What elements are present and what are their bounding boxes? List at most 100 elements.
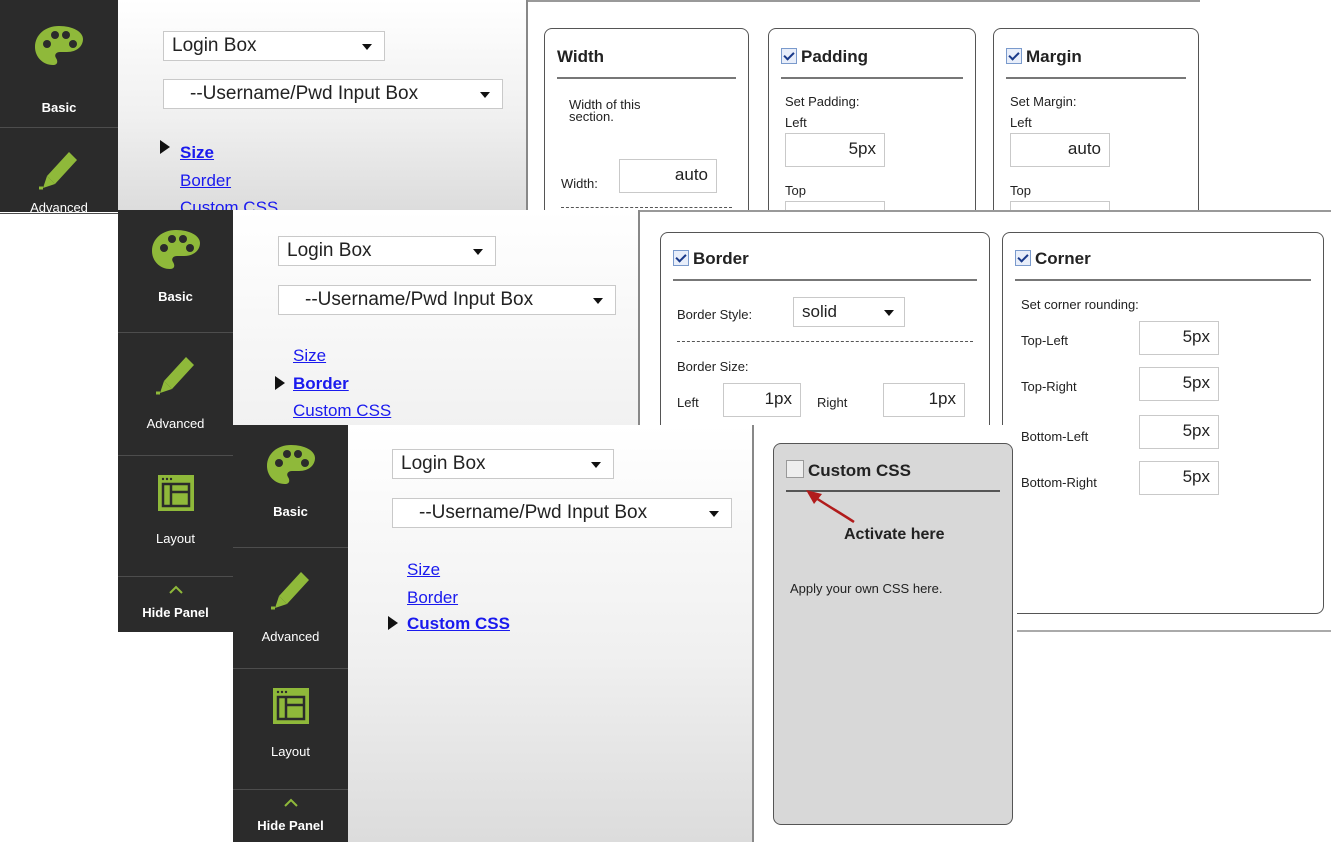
margin-checkbox[interactable] — [1006, 48, 1022, 64]
padding-left-input[interactable]: 5px — [785, 133, 885, 167]
nav-basic-label: Basic — [158, 289, 193, 304]
padding-checkbox[interactable] — [781, 48, 797, 64]
menu-custom-css[interactable]: Custom CSS — [293, 401, 391, 421]
menu-custom-css[interactable]: Custom CSS — [407, 614, 510, 634]
nav-basic[interactable]: Basic — [233, 425, 348, 548]
top-left-label: Top-Left — [1021, 333, 1068, 348]
custom-css-checkbox[interactable] — [786, 460, 804, 478]
divider — [561, 207, 732, 208]
border-card: Border Border Style: solid Border Size: … — [660, 232, 990, 452]
border-right-input[interactable]: 1px — [883, 383, 965, 417]
nav-layout[interactable]: Layout — [118, 456, 233, 577]
margin-set-label: Set Margin: — [1010, 94, 1077, 109]
annotation-arrow-icon — [806, 490, 855, 524]
menu-border[interactable]: Border — [293, 374, 349, 394]
nav-layout[interactable]: Layout — [233, 669, 348, 790]
chevron-down-icon — [473, 249, 483, 255]
element-select-value: Login Box — [401, 453, 486, 474]
subelement-select-value: --Username/Pwd Input Box — [305, 289, 534, 310]
nav-advanced[interactable]: Advanced — [233, 548, 348, 669]
hide-panel-label: Hide Panel — [142, 605, 209, 620]
width-label: Width: — [561, 176, 598, 191]
element-select-value: Login Box — [172, 35, 257, 56]
nav-basic-label: Basic — [273, 504, 308, 519]
nav-advanced-label: Advanced — [30, 200, 88, 215]
nav-advanced[interactable]: Advanced — [118, 333, 233, 456]
border-style-label: Border Style: — [677, 307, 753, 322]
chevron-down-icon — [591, 462, 601, 468]
border-card-title: Border — [673, 249, 977, 281]
chevron-down-icon — [362, 44, 372, 50]
padding-card: Padding Set Padding: Left 5px Top — [768, 28, 976, 235]
menu-size[interactable]: Size — [407, 560, 440, 580]
top-right-label: Top-Right — [1021, 379, 1077, 394]
side-nav: Basic Advanced Layout Hide Panel — [118, 210, 233, 632]
border-style-select[interactable]: solid — [793, 297, 905, 327]
margin-left-input[interactable]: auto — [1010, 133, 1110, 167]
element-select-value: Login Box — [287, 240, 372, 261]
hide-panel-button[interactable]: Hide Panel — [233, 789, 348, 839]
width-desc: Width of this section. — [569, 97, 641, 124]
subelement-select[interactable]: --Username/Pwd Input Box — [278, 285, 616, 315]
chevron-down-icon — [709, 511, 719, 517]
hide-panel-label: Hide Panel — [257, 818, 324, 833]
border-right-label: Right — [817, 395, 848, 410]
chevron-down-icon — [593, 298, 603, 304]
nav-basic-label: Basic — [41, 100, 77, 115]
nav-advanced[interactable]: Advanced — [0, 128, 118, 215]
top-left-input[interactable]: 5px — [1139, 321, 1219, 355]
palette-icon — [35, 26, 83, 65]
padding-set-label: Set Padding: — [785, 94, 860, 109]
padding-card-title: Padding — [781, 47, 963, 79]
nav-layout-label: Layout — [270, 744, 311, 759]
border-size-label: Border Size: — [677, 359, 749, 374]
menu-size[interactable]: Size — [180, 143, 214, 163]
bottom-right-input[interactable]: 5px — [1139, 461, 1219, 495]
top-right-input[interactable]: 5px — [1139, 367, 1219, 401]
subelement-select-value: --Username/Pwd Input Box — [190, 83, 419, 104]
side-nav: Basic Advanced — [0, 0, 118, 215]
border-checkbox[interactable] — [673, 250, 689, 266]
padding-title-text: Padding — [801, 47, 869, 66]
padding-top-label: Top — [785, 183, 806, 198]
corner-title-text: Corner — [1035, 249, 1091, 268]
element-select[interactable]: Login Box — [278, 236, 496, 266]
custom-css-title-text: Custom CSS — [808, 461, 911, 480]
menu-size[interactable]: Size — [293, 346, 326, 366]
marker-pen-icon — [270, 572, 309, 610]
menu-border[interactable]: Border — [407, 588, 458, 608]
element-select[interactable]: Login Box — [392, 449, 614, 479]
bottom-right-label: Bottom-Right — [1021, 475, 1097, 490]
width-card-title: Width — [557, 47, 736, 79]
nav-basic[interactable]: Basic — [118, 210, 233, 333]
selector-pane: Login Box --Username/Pwd Input Box Size … — [118, 0, 528, 217]
marker-pen-icon — [155, 357, 194, 395]
subelement-select[interactable]: --Username/Pwd Input Box — [392, 498, 732, 528]
border-left-label: Left — [677, 395, 699, 410]
border-left-input[interactable]: 1px — [723, 383, 801, 417]
margin-card: Margin Set Margin: Left auto Top — [993, 28, 1199, 235]
nav-basic[interactable]: Basic — [0, 0, 118, 128]
border-style-value: solid — [802, 302, 837, 321]
subelement-select[interactable]: --Username/Pwd Input Box — [163, 79, 503, 109]
padding-left-label: Left — [785, 115, 807, 130]
margin-card-title: Margin — [1006, 47, 1186, 79]
width-input[interactable]: auto — [619, 159, 717, 193]
nav-advanced-label: Advanced — [261, 629, 320, 644]
menu-border[interactable]: Border — [180, 171, 231, 191]
element-select[interactable]: Login Box — [163, 31, 385, 61]
nav-advanced-label: Advanced — [146, 416, 205, 431]
chevron-down-icon — [884, 310, 894, 316]
size-options-pane: Width Width of this section. Width: auto… — [528, 0, 1200, 235]
palette-icon — [266, 445, 315, 484]
hide-panel-button[interactable]: Hide Panel — [118, 576, 233, 626]
width-card: Width Width of this section. Width: auto — [544, 28, 749, 228]
layout-icon — [272, 688, 309, 724]
corner-checkbox[interactable] — [1015, 250, 1031, 266]
nav-layout-label: Layout — [155, 531, 196, 546]
palette-icon — [151, 230, 200, 269]
subelement-select-value: --Username/Pwd Input Box — [419, 502, 648, 523]
border-title-text: Border — [693, 249, 749, 268]
activate-annotation: Activate here — [844, 526, 945, 543]
bottom-left-input[interactable]: 5px — [1139, 415, 1219, 449]
